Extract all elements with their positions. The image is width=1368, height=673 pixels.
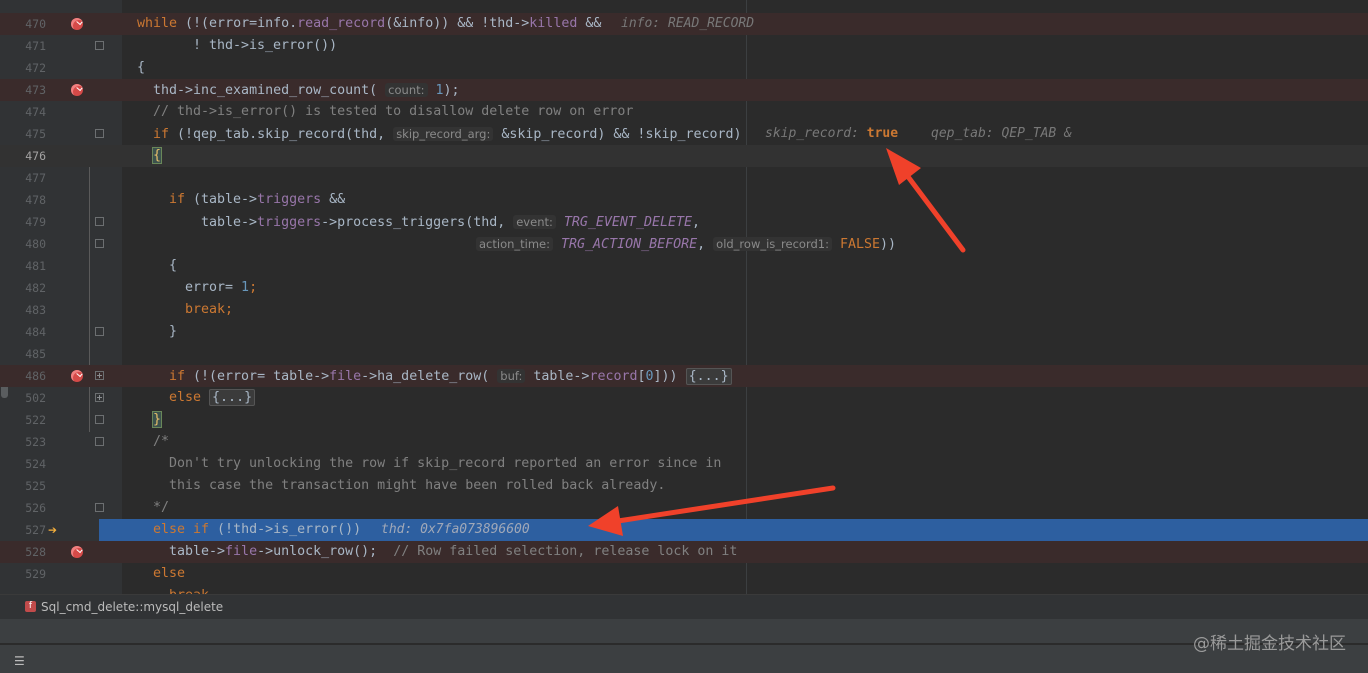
breadcrumb[interactable]: f Sql_cmd_delete::mysql_delete — [0, 594, 1368, 619]
arrow-to-skip-record — [886, 148, 966, 253]
panel-divider — [0, 619, 1368, 643]
watermark: @稀土掘金技术社区 — [1193, 634, 1346, 654]
breadcrumb-item[interactable]: Sql_cmd_delete::mysql_delete — [41, 595, 223, 619]
structure-menu-icon[interactable]: ☰ — [14, 654, 25, 668]
arrow-to-execution-line — [588, 485, 836, 536]
bottom-toolbar: ☰ — [0, 644, 1368, 673]
function-icon: f — [25, 601, 36, 612]
annotation-arrows — [588, 148, 966, 536]
